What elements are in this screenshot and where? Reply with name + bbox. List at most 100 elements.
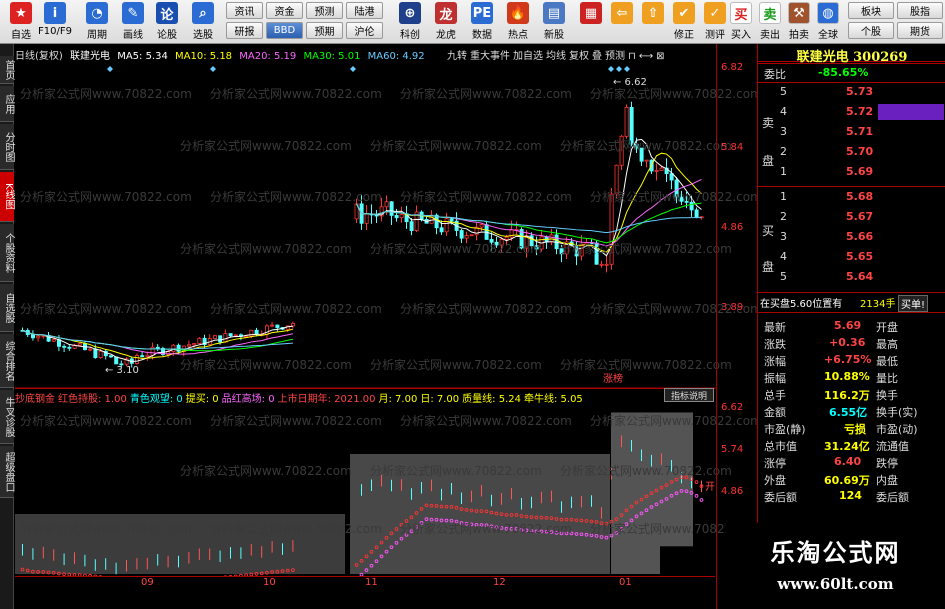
stat-value: +6.75% [824, 353, 872, 366]
toolbar-sell-button[interactable]: 卖卖出 [756, 1, 784, 42]
buy-order-row[interactable]: 4 5.65 [758, 249, 945, 265]
sell-order-row[interactable]: 1 5.69 [758, 164, 945, 180]
close-chart-icon[interactable]: ⊠ [656, 51, 664, 62]
price-tick-1: 5.84 [721, 142, 744, 153]
lock-icon[interactable]: ⊓ [628, 51, 636, 62]
chart-menu-item-5[interactable]: 叠 [592, 51, 602, 62]
left-tab-1[interactable]: 应用 [0, 86, 14, 122]
buy-order-row[interactable]: 2 5.67 [758, 209, 945, 225]
candle-body [604, 263, 609, 266]
candle-body [429, 214, 434, 224]
sell-order-row[interactable]: 4 5.72 [758, 104, 945, 120]
toolbar-top-1[interactable]: 资金 [266, 2, 303, 19]
toolbar-button-label: 拍卖 [789, 30, 809, 41]
stat-row: 涨停 6.40 跌停 [758, 454, 945, 470]
toolbar-rocket-button[interactable]: ⊕ 科创 [393, 1, 427, 42]
toolbar-document-button[interactable]: ▤ 新股 [537, 1, 571, 42]
candle-body [67, 346, 72, 349]
sell-order-row[interactable]: 3 5.71 [758, 124, 945, 140]
toolbar-top-2[interactable]: 预测 [306, 2, 343, 19]
chart-menu-item-2[interactable]: 加自选 [513, 51, 543, 62]
ma10-label: MA10: 5.18 [175, 51, 233, 62]
toolbar-clock-button[interactable]: ◔ 周期 [80, 1, 114, 42]
sell-price: 5.70 [846, 145, 874, 158]
price-tick-3: 3.89 [721, 302, 744, 313]
buy-order-row[interactable]: 3 5.66 [758, 229, 945, 245]
candle-body [619, 135, 624, 166]
left-tab-8[interactable]: 超级盘口 [0, 446, 14, 498]
toolbar-score-button[interactable]: ✓ 测评 [700, 1, 730, 42]
toolbar-auction-button[interactable]: ⚒ 拍卖 [785, 1, 813, 42]
chart-menu-item-3[interactable]: 均线 [546, 51, 566, 62]
toolbar-globe-button[interactable]: ◍ 全球 [814, 1, 842, 42]
toolbar-buy-button[interactable]: 买买入 [727, 1, 755, 42]
stat-value: +0.36 [829, 336, 866, 349]
chart-menu-item-4[interactable]: 复权 [569, 51, 589, 62]
toolbar-top-3[interactable]: 陆港 [346, 2, 383, 19]
sell-volume-bar [878, 104, 944, 120]
left-tab-6[interactable]: 综合排名 [0, 334, 14, 388]
candle-body [30, 334, 35, 339]
indicator-item-1: 青色观望: 0 [129, 394, 183, 405]
toolbar-star-button[interactable]: ★ 自选 [4, 1, 38, 42]
toolbar-button-label: 自选 [11, 30, 31, 41]
toolbar-pe-button[interactable]: PE 数据 [465, 1, 499, 42]
chart-menu-item-6[interactable]: 预测 [605, 51, 625, 62]
left-tab-4[interactable]: 个股资料 [0, 224, 14, 282]
toolbar-pencil-button[interactable]: ✎ 画线 [116, 1, 150, 42]
price-tick-2: 4.86 [721, 222, 744, 233]
toolbar-bottom-3[interactable]: 沪伦 [346, 22, 383, 39]
toolbar-far-top-1[interactable]: 股指 [897, 2, 943, 19]
candle-body [374, 214, 379, 217]
indicator-description-button[interactable]: 指标说明 [664, 388, 714, 402]
indicator-name[interactable]: 抄底钢金 [15, 394, 55, 405]
expand-icon[interactable]: ⟷ [639, 51, 653, 62]
toolbar-far-top-0[interactable]: 板块 [848, 2, 894, 19]
chart-menu-item-0[interactable]: 九转 [447, 51, 467, 62]
candle-body [659, 167, 664, 171]
toolbar-back-arrow-button[interactable]: ⇦ [607, 1, 637, 42]
toolbar-bottom-1[interactable]: BBD [266, 22, 303, 39]
divider [758, 63, 945, 64]
x-tick-4: 01 [619, 577, 632, 588]
toolbar-check-button[interactable]: ✔ 修正 [669, 1, 699, 42]
candle-body [684, 200, 689, 203]
toolbar-far-bottom-1[interactable]: 期货 [897, 22, 943, 39]
toolbar-top-0[interactable]: 资讯 [226, 2, 263, 19]
stat-right-label: 流通值 [876, 440, 909, 453]
period-label[interactable]: 日线(复权) [15, 51, 63, 62]
sell-price: 5.73 [846, 85, 874, 98]
buy-order-row[interactable]: 1 5.68 [758, 189, 945, 205]
candle-body [394, 214, 399, 219]
toolbar-magnifier-button[interactable]: ⌕ 选股 [186, 1, 220, 42]
divider [758, 312, 945, 313]
toolbar-bottom-0[interactable]: 研报 [226, 22, 263, 39]
left-tab-7[interactable]: 牛叉诊股 [0, 390, 14, 444]
stat-right-label: 最高 [876, 338, 898, 351]
sell-order-row[interactable]: 2 5.70 [758, 144, 945, 160]
toolbar-bottom-2[interactable]: 预期 [306, 22, 343, 39]
chart-menu-item-1[interactable]: 重大事件 [470, 51, 510, 62]
toolbar-chat-button[interactable]: 论论股 [150, 1, 184, 42]
toolbar-flame-button[interactable]: 🔥 热点 [501, 1, 535, 42]
indicator-tick-0: 6.62 [721, 402, 744, 413]
candle-body [88, 348, 93, 351]
toolbar-far-bottom-0[interactable]: 个股 [848, 22, 894, 39]
left-tab-0[interactable]: 首页 [0, 56, 14, 84]
left-tab-3[interactable]: K线图 [0, 172, 14, 222]
toolbar-dragon-button[interactable]: 龙龙虎 [429, 1, 463, 42]
left-tab-2[interactable]: 分时图 [0, 124, 14, 170]
order-note: 在买盘5.60位置有 [760, 299, 843, 310]
sell-order-row[interactable]: 5 5.73 [758, 84, 945, 100]
buy-order-row[interactable]: 5 5.64 [758, 269, 945, 285]
x-tick-1: 10 [263, 577, 276, 588]
x-axis: 09 10 11 12 01 [15, 576, 715, 590]
document-icon: ▤ [543, 2, 565, 24]
kline-chart[interactable]: ← 6.62 ← 3.10 涨榜开 [15, 44, 716, 576]
toolbar-info-button[interactable]: i F10/F9 [38, 1, 72, 42]
stat-value: 5.69 [834, 319, 862, 332]
left-tab-5[interactable]: 自选股 [0, 284, 14, 332]
toolbar-up-button[interactable]: ⇧ [638, 1, 668, 42]
indicator-tick-1: 5.74 [721, 444, 744, 455]
toolbar-grid-button[interactable]: ▦ [576, 1, 606, 42]
